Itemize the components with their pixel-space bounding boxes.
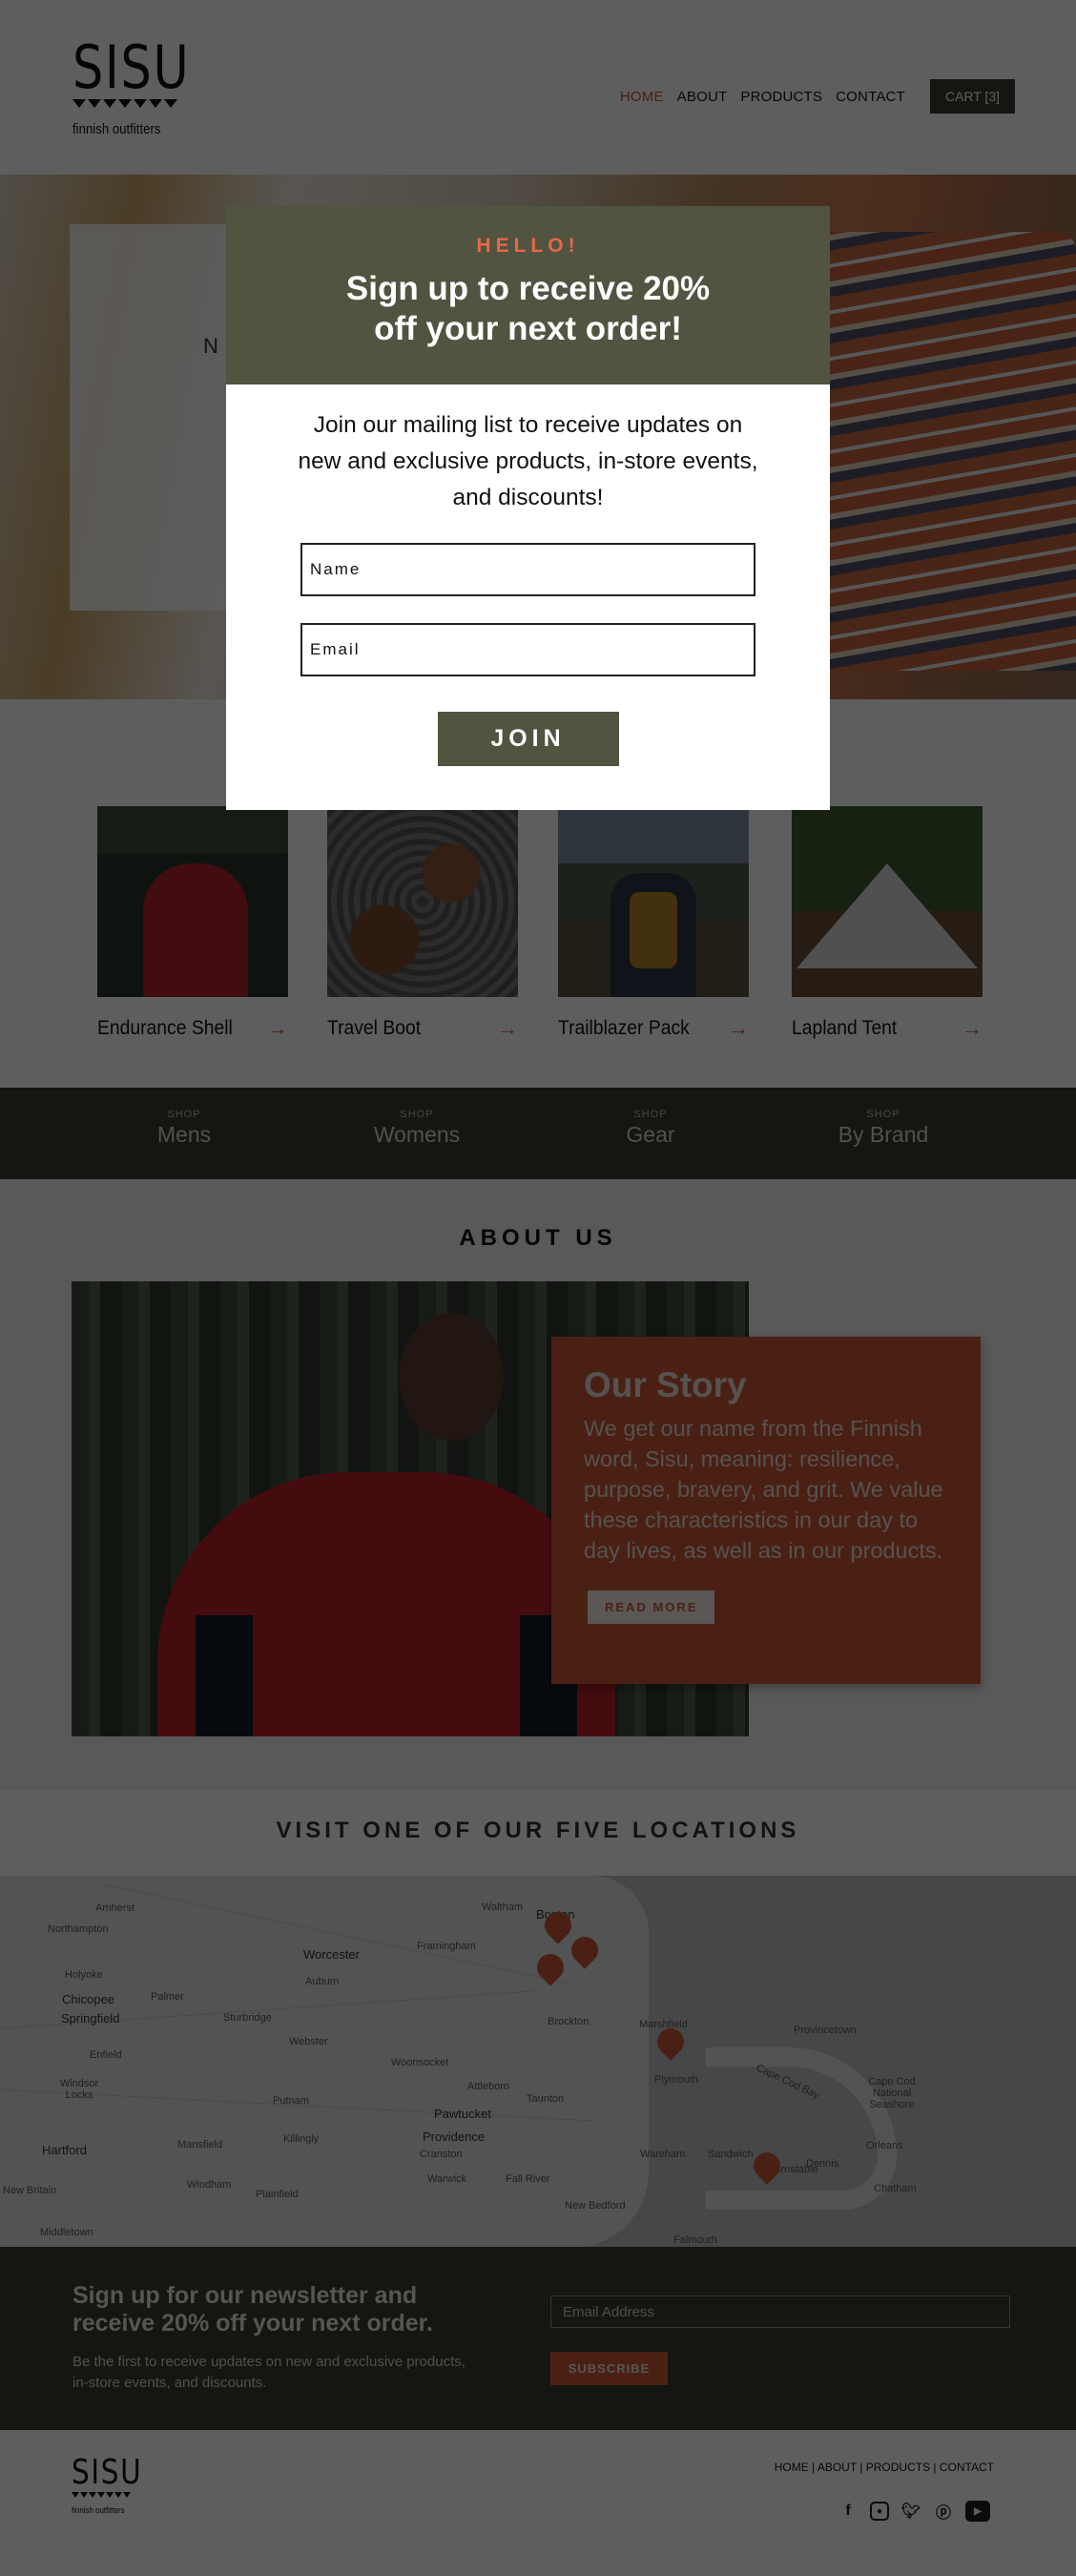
name-input[interactable]	[300, 543, 755, 596]
modal-header: HELLO! Sign up to receive 20% off your n…	[226, 206, 830, 384]
modal-eyebrow: HELLO!	[476, 235, 580, 257]
modal-title: Sign up to receive 20% off your next ord…	[345, 270, 711, 347]
modal-text: Join our mailing list to receive updates…	[298, 412, 758, 510]
email-input[interactable]	[300, 623, 755, 676]
modal-body: Join our mailing list to receive updates…	[226, 384, 830, 766]
signup-modal: HELLO! Sign up to receive 20% off your n…	[226, 206, 830, 810]
join-button[interactable]: JOIN	[437, 712, 619, 766]
